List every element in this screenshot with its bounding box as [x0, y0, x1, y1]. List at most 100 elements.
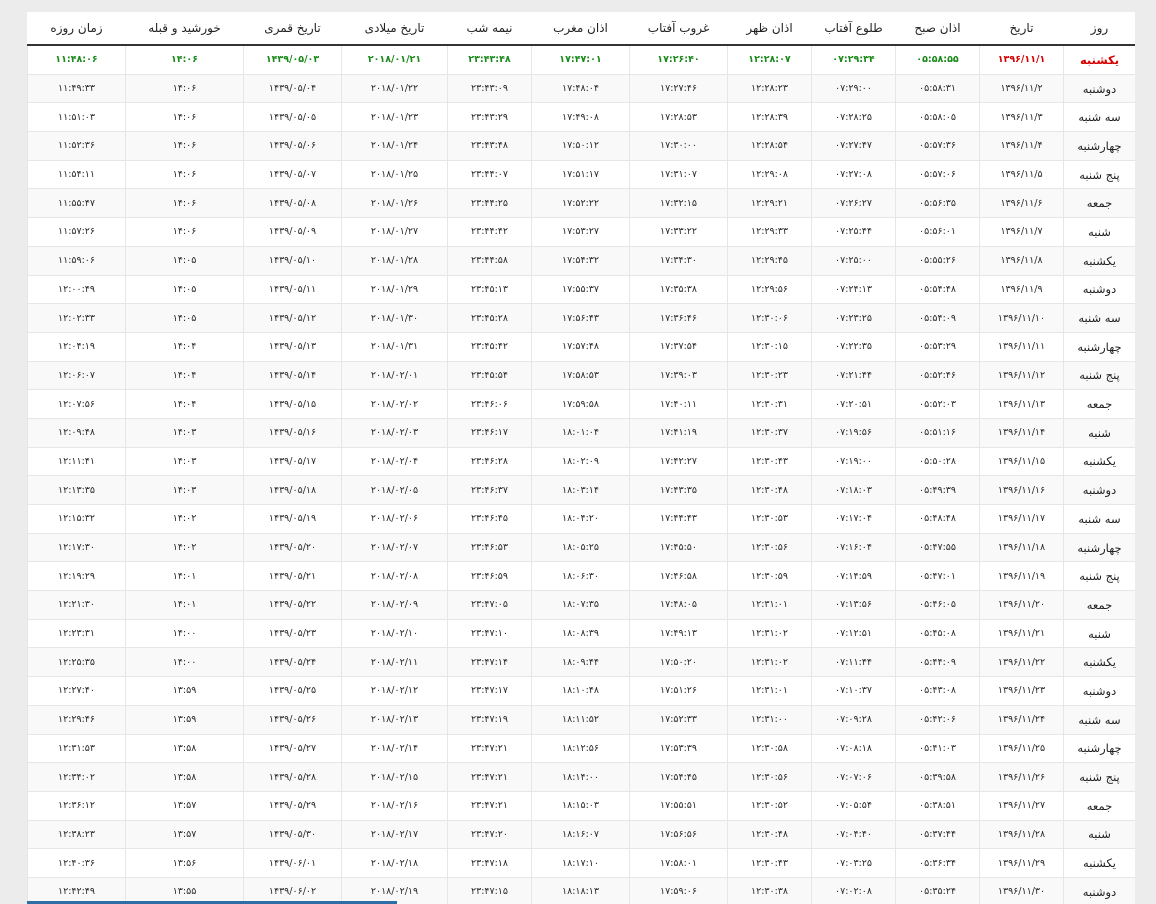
cell-gregorian: ۲۰۱۸/۰۲/۰۷	[341, 532, 448, 563]
cell-gregorian: ۲۰۱۸/۰۲/۱۲	[341, 676, 448, 706]
table-row: پنج شنبه ۱۳۹۶/۱۱/۱۲ ۰۵:۵۲:۴۶ ۰۷:۲۱:۴۴ ۱۲:۳۰:…	[27, 360, 1135, 391]
cell-fajr: ۰۵:۴۸:۴۸	[895, 504, 980, 534]
cell-midnight: ۲۳:۴۷:۲۱	[447, 733, 532, 764]
cell-hijri: ۱۴۳۹/۰۵/۰۴	[243, 73, 342, 104]
cell-day: دوشنبه	[1063, 274, 1135, 305]
cell-day: دوشنبه	[1063, 73, 1135, 104]
cell-sunset: ۱۷:۳۶:۴۶	[629, 303, 728, 333]
table-row: شنبه ۱۳۹۶/۱۱/۱۴ ۰۵:۵۱:۱۶ ۰۷:۱۹:۵۶ ۱۲:۳۰:۳۷ ۱۷…	[27, 417, 1135, 448]
cell-day: شنبه	[1063, 417, 1135, 448]
cell-date: ۱۳۹۶/۱۱/۷	[979, 217, 1064, 247]
cell-hijri: ۱۴۳۹/۰۵/۲۵	[243, 676, 342, 706]
cell-midnight: ۲۳:۴۷:۱۵	[447, 876, 532, 904]
cell-fast: ۱۱:۴۹:۳۳	[27, 73, 126, 104]
cell-sunrise: ۰۷:۱۴:۵۹	[811, 561, 896, 592]
cell-sunrise: ۰۷:۲۵:۰۰	[811, 245, 896, 276]
cell-date: ۱۳۹۶/۱۱/۱۴	[979, 417, 1064, 448]
cell-gregorian: ۲۰۱۸/۰۱/۲۱	[341, 44, 448, 75]
cell-sunset: ۱۷:۳۰:۰۰	[629, 131, 728, 161]
column-header-sunset: غروب آفتاب	[629, 12, 728, 46]
cell-sunset: ۱۷:۵۶:۵۶	[629, 819, 728, 850]
cell-date: ۱۳۹۶/۱۱/۲۲	[979, 647, 1064, 678]
cell-maghrib: ۱۷:۵۲:۲۲	[531, 188, 630, 219]
cell-hijri: ۱۴۳۹/۰۵/۲۴	[243, 647, 342, 678]
cell-fajr: ۰۵:۵۷:۳۶	[895, 131, 980, 161]
cell-sunrise: ۰۷:۰۵:۵۴	[811, 790, 896, 821]
cell-midnight: ۲۳:۴۷:۱۴	[447, 647, 532, 678]
cell-maghrib: ۱۸:۱۰:۴۸	[531, 676, 630, 706]
cell-date: ۱۳۹۶/۱۱/۱	[979, 44, 1064, 75]
cell-fast: ۱۲:۳۸:۲۳	[27, 819, 126, 850]
cell-qibla: ۱۴:۰۰	[125, 618, 244, 649]
cell-fajr: ۰۵:۵۴:۰۹	[895, 303, 980, 333]
cell-hijri: ۱۴۳۹/۰۵/۳۰	[243, 819, 342, 850]
cell-qibla: ۱۴:۰۰	[125, 647, 244, 678]
cell-maghrib: ۱۸:۰۳:۱۴	[531, 475, 630, 505]
cell-fajr: ۰۵:۵۶:۰۱	[895, 217, 980, 247]
cell-hijri: ۱۴۳۹/۰۵/۲۲	[243, 590, 342, 620]
cell-maghrib: ۱۸:۱۴:۰۰	[531, 762, 630, 792]
cell-qibla: ۱۴:۰۴	[125, 331, 244, 362]
cell-fast: ۱۲:۱۵:۳۲	[27, 504, 126, 534]
cell-gregorian: ۲۰۱۸/۰۲/۱۷	[341, 819, 448, 850]
table-row: پنج شنبه ۱۳۹۶/۱۱/۱۹ ۰۵:۴۷:۰۱ ۰۷:۱۴:۵۹ ۱۲:۳۰:…	[27, 561, 1135, 592]
column-header-day: روز	[1063, 12, 1135, 46]
table-row: یکشنبه ۱۳۹۶/۱۱/۸ ۰۵:۵۵:۲۶ ۰۷:۲۵:۰۰ ۱۲:۲۹:۴۵ ۱…	[27, 245, 1135, 276]
cell-midnight: ۲۳:۴۴:۲۵	[447, 188, 532, 219]
cell-qibla: ۱۴:۰۶	[125, 188, 244, 219]
cell-sunrise: ۰۷:۰۴:۴۰	[811, 819, 896, 850]
column-header-midnight: نیمه شب	[447, 12, 532, 46]
cell-fast: ۱۱:۵۱:۰۳	[27, 102, 126, 133]
cell-midnight: ۲۳:۴۷:۰۵	[447, 590, 532, 620]
cell-dhuhr: ۱۲:۳۰:۵۲	[727, 790, 812, 821]
prayer-times-table-card: روز تاریخ اذان صبح طلوع آفتاب اذان ظهر غروب آ…	[27, 12, 1135, 904]
cell-gregorian: ۲۰۱۸/۰۱/۳۰	[341, 303, 448, 333]
cell-midnight: ۲۳:۴۶:۵۹	[447, 561, 532, 592]
cell-gregorian: ۲۰۱۸/۰۱/۳۱	[341, 331, 448, 362]
cell-fast: ۱۱:۵۴:۱۱	[27, 159, 126, 190]
cell-hijri: ۱۴۳۹/۰۵/۲۶	[243, 704, 342, 735]
cell-fast: ۱۲:۰۴:۱۹	[27, 331, 126, 362]
cell-maghrib: ۱۷:۵۰:۱۲	[531, 131, 630, 161]
table-row: جمعه ۱۳۹۶/۱۱/۱۳ ۰۵:۵۲:۰۳ ۰۷:۲۰:۵۱ ۱۲:۳۰:۳۱ ۱۷…	[27, 389, 1135, 419]
table-row: یکشنبه ۱۳۹۶/۱۱/۲۹ ۰۵:۳۶:۳۴ ۰۷:۰۳:۲۵ ۱۲:۳۰:۴۳…	[27, 848, 1135, 878]
cell-date: ۱۳۹۶/۱۱/۹	[979, 274, 1064, 305]
cell-sunrise: ۰۷:۱۰:۳۷	[811, 676, 896, 706]
table-row: جمعه ۱۳۹۶/۱۱/۲۰ ۰۵:۴۶:۰۵ ۰۷:۱۳:۵۶ ۱۲:۳۱:۰۱ ۱۷…	[27, 590, 1135, 620]
cell-dhuhr: ۱۲:۳۰:۵۶	[727, 532, 812, 563]
cell-day: شنبه	[1063, 217, 1135, 247]
table-row: چهارشنبه ۱۳۹۶/۱۱/۱۱ ۰۵:۵۳:۲۹ ۰۷:۲۲:۳۵ ۱۲:۳۰:…	[27, 331, 1135, 362]
cell-fajr: ۰۵:۵۸:۳۱	[895, 73, 980, 104]
cell-date: ۱۳۹۶/۱۱/۲۶	[979, 762, 1064, 792]
column-header-dhuhr: اذان ظهر	[727, 12, 812, 46]
cell-date: ۱۳۹۶/۱۱/۲	[979, 73, 1064, 104]
cell-fast: ۱۲:۲۳:۳۱	[27, 618, 126, 649]
cell-maghrib: ۱۸:۰۲:۰۹	[531, 446, 630, 477]
cell-gregorian: ۲۰۱۸/۰۲/۰۶	[341, 504, 448, 534]
cell-midnight: ۲۳:۴۷:۱۰	[447, 618, 532, 649]
cell-dhuhr: ۱۲:۳۰:۴۸	[727, 819, 812, 850]
cell-sunset: ۱۷:۳۴:۳۰	[629, 245, 728, 276]
cell-midnight: ۲۳:۴۵:۱۳	[447, 274, 532, 305]
cell-maghrib: ۱۷:۴۸:۰۴	[531, 73, 630, 104]
cell-dhuhr: ۱۲:۲۸:۰۷	[727, 44, 812, 75]
cell-day: سه شنبه	[1063, 303, 1135, 333]
cell-maghrib: ۱۸:۰۵:۲۵	[531, 532, 630, 563]
cell-maghrib: ۱۷:۵۳:۲۷	[531, 217, 630, 247]
cell-day: یکشنبه	[1063, 446, 1135, 477]
cell-dhuhr: ۱۲:۳۰:۵۶	[727, 762, 812, 792]
table-row: دوشنبه ۱۳۹۶/۱۱/۲ ۰۵:۵۸:۳۱ ۰۷:۲۹:۰۰ ۱۲:۲۸:۲۳ ۱…	[27, 73, 1135, 104]
cell-date: ۱۳۹۶/۱۱/۱۱	[979, 331, 1064, 362]
table-row: یکشنبه ۱۳۹۶/۱۱/۲۲ ۰۵:۴۴:۰۹ ۰۷:۱۱:۴۴ ۱۲:۳۱:۰۲…	[27, 647, 1135, 678]
cell-dhuhr: ۱۲:۳۰:۰۶	[727, 303, 812, 333]
cell-fast: ۱۲:۰۹:۴۸	[27, 417, 126, 448]
cell-date: ۱۳۹۶/۱۱/۲۴	[979, 704, 1064, 735]
cell-hijri: ۱۴۳۹/۰۵/۱۷	[243, 446, 342, 477]
cell-sunrise: ۰۷:۲۴:۱۳	[811, 274, 896, 305]
cell-fajr: ۰۵:۳۵:۲۴	[895, 876, 980, 904]
cell-sunrise: ۰۷:۰۹:۲۸	[811, 704, 896, 735]
cell-day: یکشنبه	[1063, 848, 1135, 878]
cell-maghrib: ۱۷:۴۹:۰۸	[531, 102, 630, 133]
cell-sunrise: ۰۷:۱۷:۰۴	[811, 504, 896, 534]
cell-qibla: ۱۳:۵۸	[125, 762, 244, 792]
